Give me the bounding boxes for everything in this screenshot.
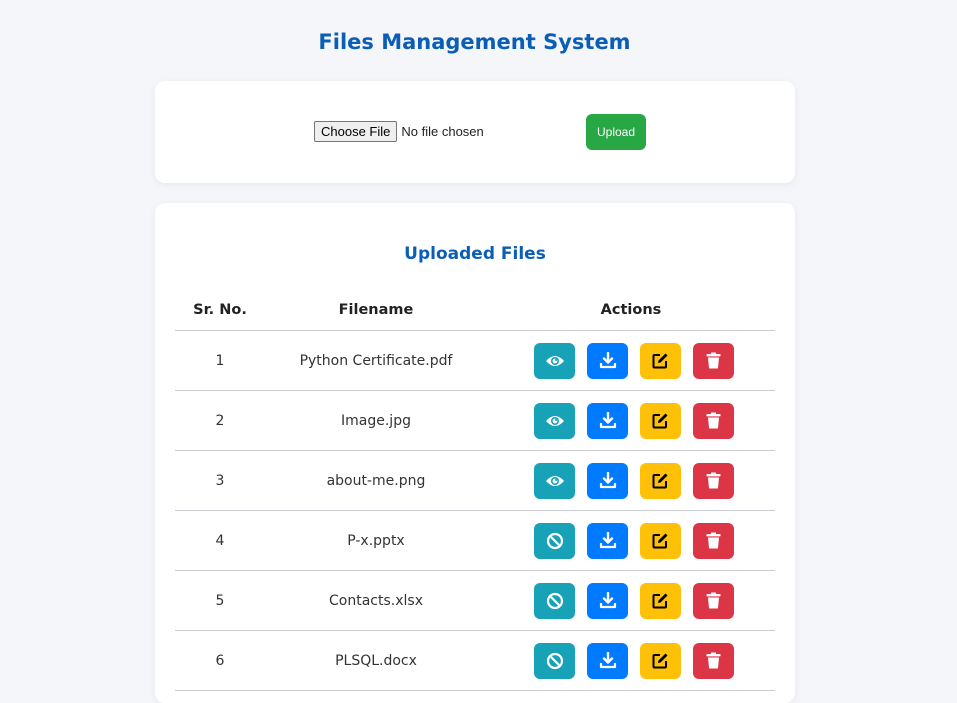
row-actions [487,402,775,439]
download-icon [599,472,616,489]
filename-cell: P-x.pptx [265,510,487,571]
delete-button[interactable] [693,462,734,499]
delete-button[interactable] [693,582,734,619]
edit-icon [652,593,668,609]
download-button[interactable] [587,342,628,379]
row-actions [487,462,775,499]
delete-button[interactable] [693,342,734,379]
sr-no-cell: 2 [175,390,265,451]
download-icon [599,352,616,369]
edit-button[interactable] [640,402,681,439]
row-actions [487,522,775,559]
trash-icon [706,472,721,489]
download-button[interactable] [587,402,628,439]
eye-icon [545,475,564,486]
view-button[interactable] [534,342,575,379]
page-title: Files Management System [318,30,631,54]
download-icon [599,412,616,429]
edit-icon [652,653,668,669]
sr-no-cell: 1 [175,330,265,391]
section-title: Uploaded Files [404,244,546,264]
upload-button[interactable]: Upload [586,114,646,150]
view-button[interactable] [534,462,575,499]
table-row: 3 about-me.png [175,450,775,511]
edit-icon [652,353,668,369]
table-row: 1 Python Certificate.pdf [175,330,775,391]
sr-no-cell: 4 [175,510,265,571]
file-picker[interactable]: Choose File No file chosen [314,121,484,142]
files-table: Sr. No. Filename Actions 1 Python Certif… [175,290,775,691]
edit-icon [652,473,668,489]
download-button[interactable] [587,462,628,499]
edit-icon [652,533,668,549]
no-file-chosen-text: No file chosen [401,124,484,139]
download-icon [599,652,616,669]
column-header-actions: Actions [487,290,775,331]
filename-cell: Image.jpg [265,390,487,451]
filename-cell: PLSQL.docx [265,630,487,691]
edit-button[interactable] [640,642,681,679]
file-rows: 1 Python Certificate.pdf 2 Image.jpg 3 a… [175,330,775,691]
row-actions [487,642,775,679]
eye-icon [545,415,564,426]
trash-icon [706,592,721,609]
actions-cell [487,330,775,391]
ban-icon [546,532,563,549]
trash-icon [706,352,721,369]
ban-icon [546,652,563,669]
view-button[interactable] [534,642,575,679]
trash-icon [706,412,721,429]
trash-icon [706,532,721,549]
actions-cell [487,450,775,511]
table-row: 2 Image.jpg [175,390,775,451]
sr-no-cell: 6 [175,630,265,691]
edit-icon [652,413,668,429]
download-icon [599,592,616,609]
upload-card: Choose File No file chosen Upload [155,81,795,183]
view-button[interactable] [534,522,575,559]
download-button[interactable] [587,582,628,619]
filename-cell: about-me.png [265,450,487,511]
download-button[interactable] [587,642,628,679]
download-button[interactable] [587,522,628,559]
table-row: 4 P-x.pptx [175,510,775,571]
sr-no-cell: 3 [175,450,265,511]
table-row: 5 Contacts.xlsx [175,570,775,631]
row-actions [487,582,775,619]
actions-cell [487,510,775,571]
trash-icon [706,652,721,669]
delete-button[interactable] [693,642,734,679]
eye-icon [545,355,564,366]
delete-button[interactable] [693,522,734,559]
choose-file-button[interactable]: Choose File [314,121,398,142]
table-row: 6 PLSQL.docx [175,630,775,691]
edit-button[interactable] [640,522,681,559]
delete-button[interactable] [693,402,734,439]
column-header-sr-no: Sr. No. [175,290,265,331]
ban-icon [546,592,563,609]
sr-no-cell: 5 [175,570,265,631]
actions-cell [487,390,775,451]
download-icon [599,532,616,549]
actions-cell [487,570,775,631]
filename-cell: Contacts.xlsx [265,570,487,631]
view-button[interactable] [534,402,575,439]
row-actions [487,342,775,379]
view-button[interactable] [534,582,575,619]
files-card: Uploaded Files Sr. No. Filename Actions … [155,203,795,703]
table-header-row: Sr. No. Filename Actions [175,290,775,331]
edit-button[interactable] [640,462,681,499]
actions-cell [487,630,775,691]
column-header-filename: Filename [265,290,487,331]
edit-button[interactable] [640,582,681,619]
edit-button[interactable] [640,342,681,379]
filename-cell: Python Certificate.pdf [265,330,487,391]
